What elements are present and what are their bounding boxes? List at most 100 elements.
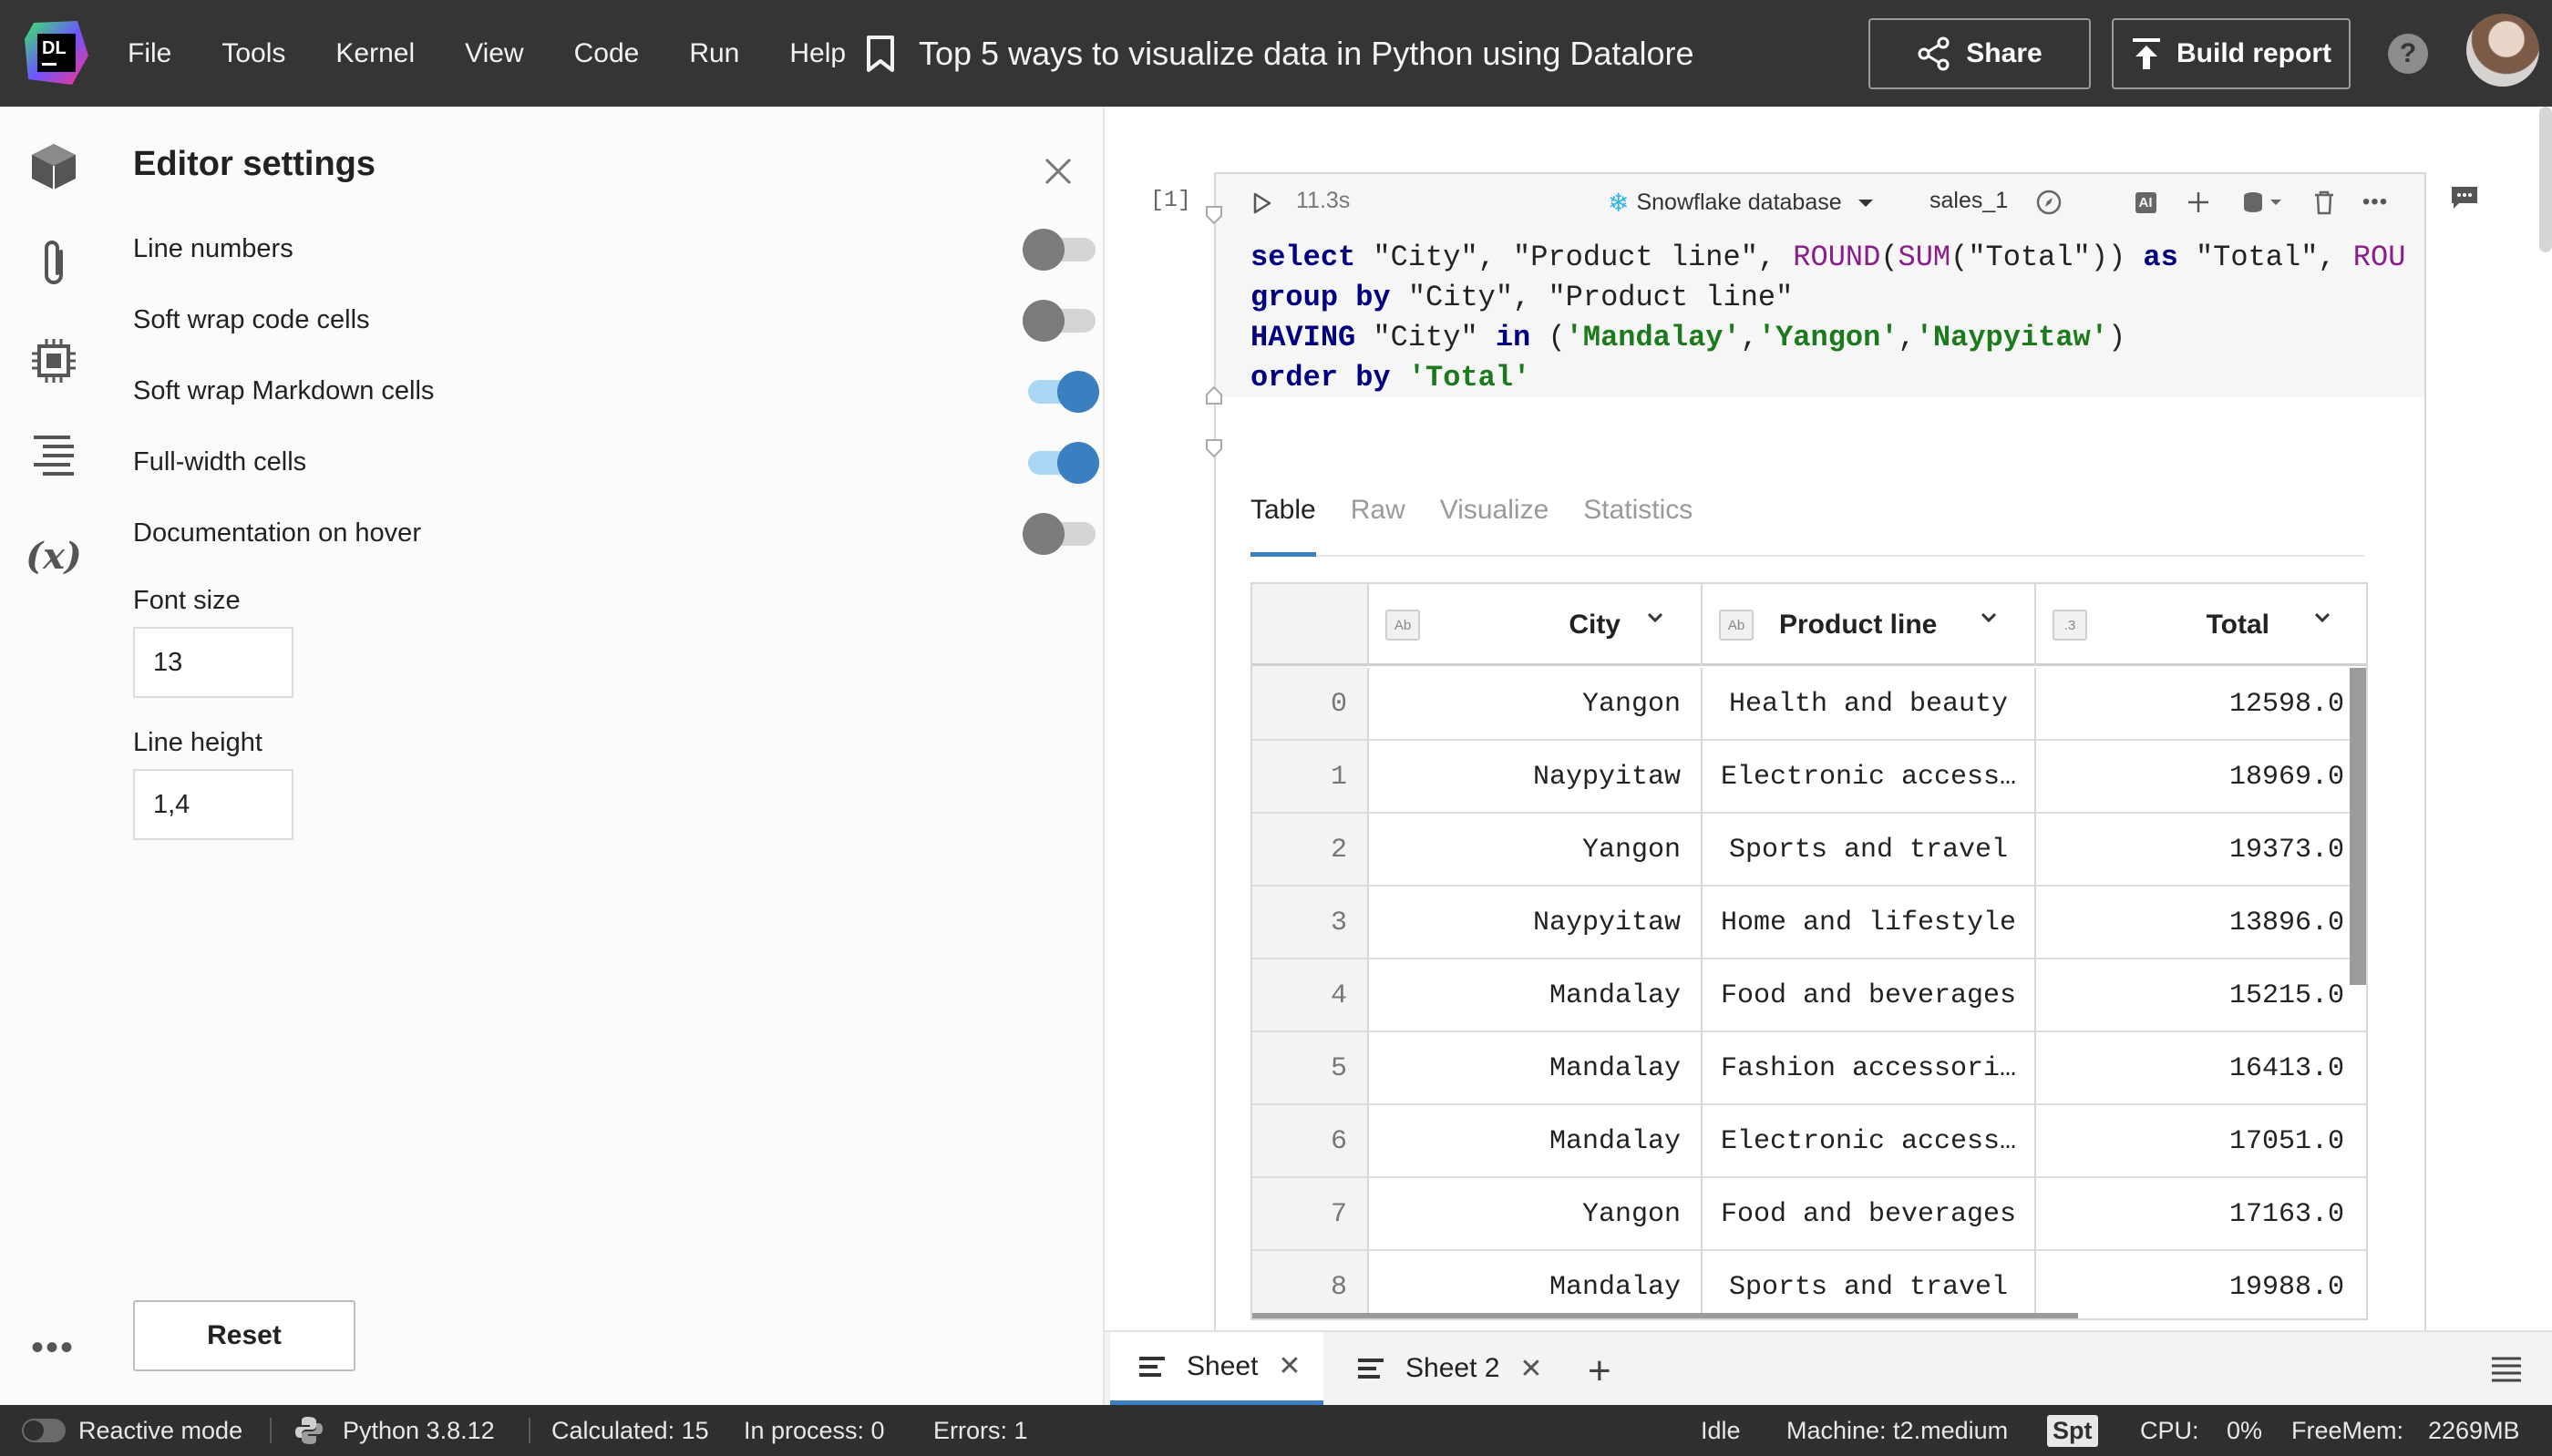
cpu-label: CPU: (2140, 1416, 2199, 1444)
table-row[interactable]: 8 Mandalay Sports and travel 19988.0 (1252, 1251, 2366, 1318)
share-icon (1918, 36, 1950, 71)
errors-count[interactable]: Errors: 1 (933, 1405, 1028, 1456)
python-version[interactable]: Python 3.8.12 (293, 1405, 495, 1456)
help-icon[interactable]: ? (2388, 34, 2428, 74)
avatar[interactable] (2466, 14, 2539, 87)
cube-icon[interactable] (27, 139, 80, 192)
tab-statistics[interactable]: Statistics (1583, 493, 1693, 557)
menu-tools[interactable]: Tools (221, 38, 285, 69)
table-row[interactable]: 0 Yangon Health and beauty 12598.0 (1252, 668, 2366, 741)
column-header-total[interactable]: .3 Total (2034, 584, 2366, 666)
vertical-scrollbar[interactable] (2350, 668, 2366, 985)
status-bar: Reactive mode Python 3.8.12 Calculated: … (0, 1405, 2552, 1456)
tab-raw[interactable]: Raw (1351, 493, 1405, 557)
table-row[interactable]: 4 Mandalay Food and beverages 15215.0 (1252, 959, 2366, 1032)
soft-wrap-markdown-toggle[interactable] (1023, 371, 1099, 413)
tab-visualize[interactable]: Visualize (1440, 493, 1549, 557)
build-report-label: Build report (2176, 38, 2331, 68)
fold-icon[interactable] (1205, 385, 1223, 405)
run-icon[interactable] (1252, 192, 1272, 214)
setting-soft-wrap-code: Soft wrap code cells (133, 292, 1099, 347)
close-icon[interactable]: ✕ (1278, 1350, 1301, 1382)
table-row[interactable]: 6 Mandalay Electronic access… 17051.0 (1252, 1105, 2366, 1178)
attachment-icon[interactable] (27, 238, 80, 291)
cell-product-line: Health and beauty (1701, 668, 2034, 741)
notebook-scrollbar[interactable] (2539, 107, 2552, 252)
database-selector[interactable]: ❄ Snowflake database (1608, 188, 1875, 218)
outline-icon[interactable] (27, 431, 80, 484)
snowflake-icon: ❄ (1608, 189, 1630, 217)
code-editor[interactable]: select "City", "Product line", ROUND(SUM… (1216, 229, 2424, 397)
trash-icon[interactable] (2310, 188, 2339, 217)
share-button[interactable]: Share (1868, 18, 2091, 89)
table-row[interactable]: 7 Yangon Food and beverages 17163.0 (1252, 1178, 2366, 1251)
left-rail: (x) ••• (0, 107, 108, 1405)
documentation-hover-toggle[interactable] (1023, 513, 1099, 555)
variables-icon[interactable]: (x) (26, 529, 82, 582)
soft-wrap-code-toggle[interactable] (1023, 300, 1099, 342)
menu-run[interactable]: Run (689, 38, 739, 69)
tab-table[interactable]: Table (1250, 493, 1316, 557)
line-height-input[interactable] (133, 769, 293, 840)
menu-code[interactable]: Code (574, 38, 640, 69)
cell-product-line: Sports and travel (1701, 814, 2034, 887)
cell-product-line: Sports and travel (1701, 1251, 2034, 1318)
fold-icon[interactable] (1205, 438, 1223, 458)
chip-icon[interactable] (27, 334, 80, 387)
line-numbers-toggle[interactable] (1023, 229, 1099, 271)
menu-help[interactable]: Help (789, 38, 846, 69)
output-variable[interactable]: sales_1 (1929, 188, 2008, 214)
data-table: Ab City Ab Product line .3 Total 0 Yangon… (1250, 582, 2368, 1320)
table-row[interactable]: 2 Yangon Sports and travel 19373.0 (1252, 814, 2366, 887)
comment-icon[interactable] (2450, 185, 2479, 210)
reactive-mode-toggle[interactable] (22, 1419, 66, 1442)
menu-view[interactable]: View (465, 38, 523, 69)
more-icon[interactable]: ••• (31, 1328, 75, 1369)
database-name: Snowflake database (1636, 190, 1842, 215)
font-size-input[interactable] (133, 627, 293, 698)
reset-button[interactable]: Reset (133, 1300, 355, 1371)
add-cell-icon[interactable] (2184, 188, 2213, 217)
close-icon[interactable]: ✕ (1519, 1353, 1542, 1385)
cell-total: 19373.0 (2034, 814, 2344, 887)
document-title[interactable]: Top 5 ways to visualize data in Python u… (866, 0, 1693, 107)
cell-city: Yangon (1367, 1178, 1701, 1251)
cell-product-line: Food and beverages (1701, 1178, 2034, 1251)
column-header-city[interactable]: Ab City (1367, 584, 1701, 666)
chevron-down-icon[interactable] (1980, 611, 1998, 624)
table-row[interactable]: 1 Naypyitaw Electronic access… 18969.0 (1252, 741, 2366, 814)
sheet-tab-2[interactable]: Sheet 2 ✕ (1329, 1332, 1575, 1405)
close-icon[interactable] (1043, 156, 1074, 187)
cell-type-icon[interactable] (2238, 188, 2290, 217)
setting-label: Soft wrap Markdown cells (133, 375, 435, 405)
horizontal-scrollbar[interactable] (1252, 1313, 2078, 1318)
row-index: 8 (1330, 1272, 1347, 1303)
hamburger-icon[interactable] (2490, 1356, 2523, 1383)
table-row[interactable]: 5 Mandalay Fashion accessori… 16413.0 (1252, 1032, 2366, 1105)
sheet-label: Sheet (1187, 1350, 1259, 1381)
reactive-mode[interactable]: Reactive mode (22, 1405, 242, 1456)
add-sheet-icon[interactable]: + (1588, 1348, 1611, 1394)
machine-info[interactable]: Machine: t2.medium (1786, 1405, 2008, 1456)
table-row[interactable]: 3 Naypyitaw Home and lifestyle 13896.0 (1252, 887, 2366, 959)
kernel-state: Idle (1701, 1416, 1741, 1444)
sql-cell[interactable]: 11.3s ❄ Snowflake database sales_1 AI ••… (1206, 172, 2426, 1330)
ai-icon[interactable]: AI (2131, 188, 2160, 217)
menu-kernel[interactable]: Kernel (335, 38, 415, 69)
sheet-tab-1[interactable]: Sheet ✕ (1110, 1332, 1323, 1405)
compass-icon[interactable] (2034, 188, 2063, 217)
build-report-button[interactable]: Build report (2112, 18, 2351, 89)
spt-badge[interactable]: Spt (2047, 1405, 2098, 1456)
bookmark-icon[interactable] (866, 35, 895, 73)
more-options-icon[interactable]: ••• (2361, 188, 2390, 217)
chevron-down-icon[interactable] (1646, 611, 1664, 624)
menu-file[interactable]: File (128, 38, 171, 69)
cpu-value: 0% (2227, 1416, 2263, 1444)
column-header-product-line[interactable]: Ab Product line (1701, 584, 2034, 666)
fold-icon[interactable] (1205, 205, 1223, 225)
sheet-icon (1358, 1359, 1384, 1379)
chevron-down-icon[interactable] (2313, 611, 2331, 624)
full-width-cells-toggle[interactable] (1023, 442, 1099, 484)
cell-total: 17051.0 (2034, 1105, 2344, 1178)
datalore-logo[interactable]: DL (23, 19, 90, 87)
